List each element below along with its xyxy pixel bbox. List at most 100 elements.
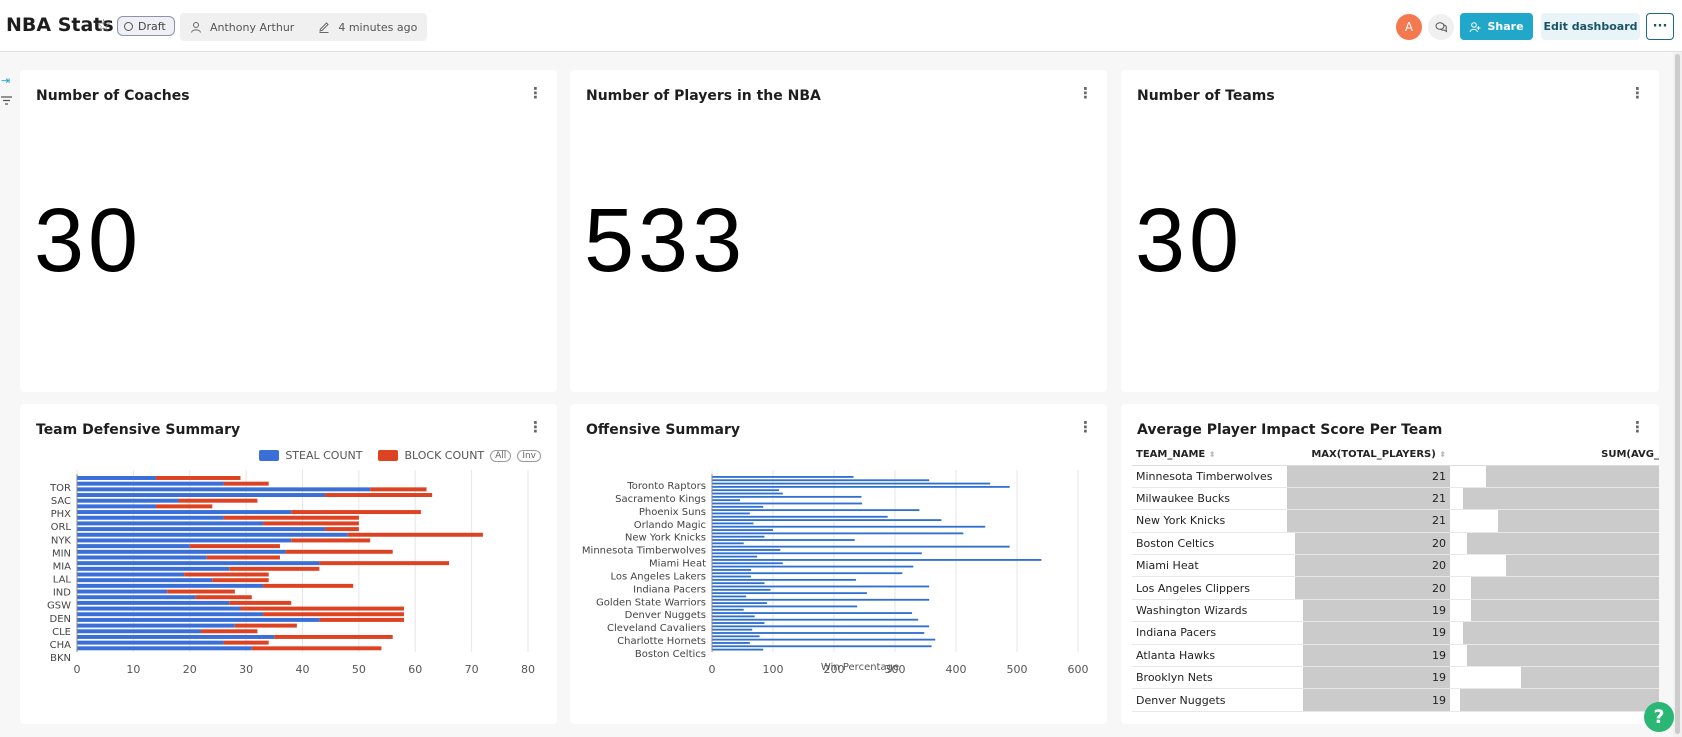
y-tick-label: SAC: [51, 496, 71, 507]
column-header-max-total-players[interactable]: MAX(TOTAL_PLAYERS) ⬍: [1287, 444, 1450, 466]
block-bar: [263, 521, 359, 526]
team-name-cell: New York Knicks: [1132, 509, 1287, 533]
steal-bar: [77, 532, 348, 537]
offense-bar: [712, 602, 767, 605]
steal-bar: [77, 561, 320, 566]
share-label: Share: [1487, 20, 1524, 33]
card-menu-icon[interactable]: ⋮: [528, 86, 543, 101]
offense-bar: [712, 582, 765, 585]
block-bar: [263, 583, 354, 588]
team-name-cell: Los Angeles Clippers: [1132, 576, 1287, 600]
max-total-players-cell: 20: [1287, 576, 1450, 600]
share-button[interactable]: Share: [1460, 13, 1533, 40]
team-name-cell: Denver Nuggets: [1132, 688, 1287, 712]
max-total-players-cell: 19: [1287, 666, 1450, 690]
offense-bar: [712, 592, 867, 595]
avg-player-impact-cell: 0.7: [1450, 509, 1659, 533]
max-total-players-bar: [1302, 599, 1450, 622]
card-menu-icon[interactable]: ⋮: [1078, 86, 1093, 101]
scrollbar-thumb[interactable]: [1675, 54, 1680, 734]
block-bar: [291, 538, 371, 543]
block-bar: [184, 572, 269, 577]
avg-player-impact-cell: 0.64: [1450, 666, 1659, 690]
help-button[interactable]: ?: [1644, 702, 1674, 732]
draft-status-badge[interactable]: Draft: [117, 16, 175, 36]
offense-bar: [712, 522, 754, 525]
steal-bar: [77, 487, 371, 492]
table-row[interactable]: Boston Celtics 20 0.78: [1132, 532, 1659, 556]
block-bar: [240, 606, 404, 611]
table-row[interactable]: Indiana Pacers 19 0.79: [1132, 621, 1659, 645]
offense-bar: [712, 612, 913, 614]
card-menu-icon[interactable]: ⋮: [1630, 420, 1645, 435]
table-row[interactable]: Brooklyn Nets 19 0.64: [1132, 666, 1659, 690]
y-tick-label: DEN: [50, 614, 72, 625]
max-total-players-value: 19: [1432, 626, 1446, 640]
steal-bar: [77, 544, 190, 549]
block-bar: [229, 566, 320, 571]
table-row[interactable]: Milwaukee Bucks 21 0.79: [1132, 487, 1659, 511]
user-avatar[interactable]: A: [1396, 14, 1422, 40]
block-bar: [291, 510, 421, 515]
x-tick-label: 70: [465, 663, 479, 676]
column-header-team-name[interactable]: TEAM_NAME ⬍: [1132, 444, 1287, 466]
x-axis-title: Win Percentage: [821, 662, 899, 673]
table-row[interactable]: Minnesota Timberwolves 21 0.73: [1132, 465, 1659, 488]
table-row[interactable]: Washington Wizards 19 0.77: [1132, 599, 1659, 623]
steal-bar: [77, 538, 292, 543]
page-scrollbar[interactable]: [1673, 52, 1682, 737]
offense-bar: [712, 615, 755, 618]
y-tick-label: PHX: [51, 509, 72, 520]
max-total-players-value: 19: [1432, 604, 1446, 618]
y-tick-label: Indiana Pacers: [633, 584, 706, 595]
x-tick-label: 20: [183, 663, 197, 676]
steal-bar: [77, 481, 224, 486]
offense-bar: [712, 505, 764, 508]
block-bar: [223, 640, 269, 645]
avg-player-impact-cell: 0.77: [1450, 576, 1659, 600]
max-total-players-value: 20: [1432, 536, 1446, 550]
block-bar: [223, 515, 359, 520]
y-tick-label: Toronto Raptors: [626, 481, 706, 492]
max-total-players-bar: [1302, 689, 1450, 711]
card-menu-icon[interactable]: ⋮: [1630, 86, 1645, 101]
offense-bar: [712, 632, 925, 634]
x-tick-label: 50: [352, 663, 366, 676]
table-row[interactable]: Denver Nuggets 19 0.8: [1132, 688, 1659, 712]
block-bar: [178, 498, 258, 503]
avg-player-impact-cell: 0.68: [1450, 554, 1659, 578]
comments-icon[interactable]: [1428, 14, 1454, 40]
edit-dashboard-button[interactable]: Edit dashboard: [1541, 13, 1640, 40]
steal-bar: [77, 578, 213, 583]
max-total-players-cell: 21: [1287, 487, 1450, 511]
max-total-players-bar: [1302, 667, 1450, 689]
filter-icon[interactable]: [1, 95, 12, 108]
x-tick-label: 10: [126, 663, 140, 676]
modified-time: 4 minutes ago: [338, 20, 418, 34]
column-header-sum-avg-player-impact[interactable]: SUM(AVG_PLAYER_IMPACT) ⬍: [1450, 444, 1659, 466]
offense-bar: [712, 635, 760, 638]
offense-bar: [712, 532, 964, 535]
table-row[interactable]: Miami Heat 20 0.68: [1132, 554, 1659, 578]
steal-bar: [77, 595, 196, 600]
steal-bar: [77, 623, 235, 628]
table-row[interactable]: Atlanta Hawks 19 0.78: [1132, 644, 1659, 668]
block-bar: [189, 544, 280, 549]
max-total-players-bar: [1302, 622, 1450, 644]
offense-bar: [712, 622, 765, 624]
offense-bar: [712, 549, 781, 551]
offense-bar: [712, 559, 1042, 561]
table-row[interactable]: Los Angeles Clippers 20 0.77: [1132, 576, 1659, 600]
block-bar: [325, 493, 433, 498]
favorite-star-icon[interactable]: ☆: [96, 16, 111, 36]
y-tick-label: Denver Nuggets: [625, 610, 706, 621]
expand-panel-icon[interactable]: ⇥: [1, 74, 10, 87]
steal-bar: [77, 612, 264, 617]
table-row[interactable]: New York Knicks 21 0.7: [1132, 509, 1659, 533]
steal-bar: [77, 617, 320, 622]
offense-bar: [712, 552, 922, 555]
max-total-players-value: 20: [1432, 559, 1446, 573]
share-person-icon: [1469, 21, 1481, 32]
more-options-button[interactable]: ···: [1646, 13, 1674, 40]
avg-player-impact-bar: [1471, 577, 1659, 599]
